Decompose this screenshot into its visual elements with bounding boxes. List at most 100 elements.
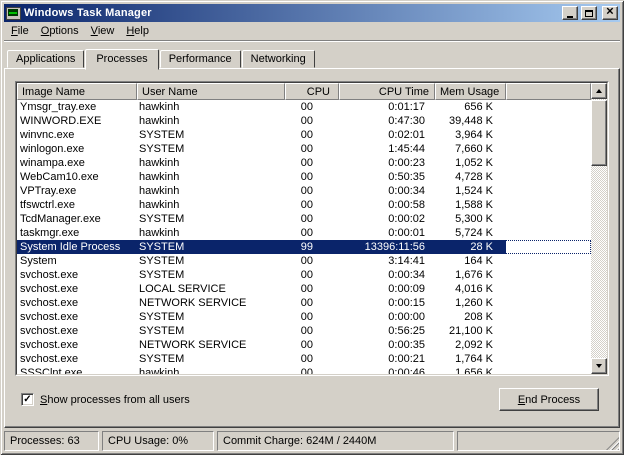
- cell-cpu-time: 0:00:58: [339, 198, 435, 212]
- table-row[interactable]: taskmgr.exe hawkinh 00 0:00:01 5,724 K: [17, 226, 591, 240]
- cell-cpu: 00: [285, 296, 339, 310]
- column-header-cpu-time[interactable]: CPU Time: [339, 83, 435, 100]
- show-all-users-label[interactable]: Show processes from all users: [40, 394, 190, 406]
- table-row[interactable]: System SYSTEM 00 3:14:41 164 K: [17, 254, 591, 268]
- scrollbar-thumb[interactable]: [591, 100, 607, 166]
- cell-user-name: NETWORK SERVICE: [137, 338, 285, 352]
- cell-cpu: 00: [285, 100, 339, 114]
- cell-user-name: SYSTEM: [137, 142, 285, 156]
- cell-mem-usage: 656 K: [435, 100, 506, 114]
- close-button[interactable]: ✕: [602, 6, 618, 20]
- minimize-button[interactable]: [562, 6, 578, 20]
- show-all-users-group: ✓ Show processes from all users: [21, 393, 190, 406]
- cell-user-name: hawkinh: [137, 114, 285, 128]
- cell-user-name: SYSTEM: [137, 268, 285, 282]
- status-commit-charge: Commit Charge: 624M / 2440M: [217, 431, 454, 451]
- cell-cpu: 99: [285, 240, 339, 254]
- cell-image-name: winampa.exe: [17, 156, 137, 170]
- scrollbar-track[interactable]: [591, 166, 607, 358]
- cell-mem-usage: 2,092 K: [435, 338, 506, 352]
- cell-user-name: hawkinh: [137, 184, 285, 198]
- scroll-up-button[interactable]: [591, 83, 607, 99]
- cell-cpu-time: 1:45:44: [339, 142, 435, 156]
- cell-mem-usage: 21,100 K: [435, 324, 506, 338]
- process-list: Ymsgr_tray.exe hawkinh 00 0:01:17 656 K …: [17, 100, 591, 374]
- table-row[interactable]: TcdManager.exe SYSTEM 00 0:00:02 5,300 K: [17, 212, 591, 226]
- status-bar: Processes: 63 CPU Usage: 0% Commit Charg…: [4, 431, 620, 451]
- menu-file[interactable]: File: [5, 22, 35, 40]
- cell-cpu: 00: [285, 184, 339, 198]
- task-manager-window: Windows Task Manager ✕ File Options View…: [0, 0, 624, 455]
- cell-cpu-time: 0:00:09: [339, 282, 435, 296]
- table-row[interactable]: svchost.exe SYSTEM 00 0:56:25 21,100 K: [17, 324, 591, 338]
- table-row[interactable]: svchost.exe SYSTEM 00 0:00:34 1,676 K: [17, 268, 591, 282]
- column-header-user-name[interactable]: User Name: [137, 83, 285, 100]
- scroll-down-button[interactable]: [591, 358, 607, 374]
- page-footer: ✓ Show processes from all users End Proc…: [15, 388, 609, 411]
- cell-cpu: 00: [285, 254, 339, 268]
- cell-cpu-time: 13396:11:56: [339, 240, 435, 254]
- table-row[interactable]: svchost.exe NETWORK SERVICE 00 0:00:35 2…: [17, 338, 591, 352]
- table-row[interactable]: VPTray.exe hawkinh 00 0:00:34 1,524 K: [17, 184, 591, 198]
- cell-user-name: SYSTEM: [137, 254, 285, 268]
- cell-user-name: SYSTEM: [137, 128, 285, 142]
- menu-view[interactable]: View: [85, 22, 121, 40]
- cell-cpu: 00: [285, 310, 339, 324]
- cell-image-name: taskmgr.exe: [17, 226, 137, 240]
- cell-mem-usage: 1,764 K: [435, 352, 506, 366]
- cell-mem-usage: 208 K: [435, 310, 506, 324]
- cell-cpu-time: 0:47:30: [339, 114, 435, 128]
- cell-mem-usage: 7,660 K: [435, 142, 506, 156]
- table-row[interactable]: winampa.exe hawkinh 00 0:00:23 1,052 K: [17, 156, 591, 170]
- vertical-scrollbar[interactable]: [591, 83, 607, 374]
- cell-mem-usage: 1,260 K: [435, 296, 506, 310]
- cell-cpu: 00: [285, 226, 339, 240]
- cell-mem-usage: 164 K: [435, 254, 506, 268]
- status-processes: Processes: 63: [4, 431, 99, 451]
- checkmark-icon: ✓: [23, 395, 31, 405]
- table-row[interactable]: tfswctrl.exe hawkinh 00 0:00:58 1,588 K: [17, 198, 591, 212]
- show-all-users-checkbox[interactable]: ✓: [21, 393, 34, 406]
- end-process-button[interactable]: End Process: [499, 388, 599, 411]
- maximize-button[interactable]: [581, 6, 597, 20]
- table-row[interactable]: svchost.exe NETWORK SERVICE 00 0:00:15 1…: [17, 296, 591, 310]
- table-row[interactable]: SSSClnt.exe hawkinh 00 0:00:46 1,656 K: [17, 366, 591, 374]
- table-row[interactable]: svchost.exe SYSTEM 00 0:00:00 208 K: [17, 310, 591, 324]
- cell-cpu-time: 0:00:23: [339, 156, 435, 170]
- cell-image-name: VPTray.exe: [17, 184, 137, 198]
- cell-user-name: NETWORK SERVICE: [137, 296, 285, 310]
- table-row[interactable]: winlogon.exe SYSTEM 00 1:45:44 7,660 K: [17, 142, 591, 156]
- table-row[interactable]: svchost.exe SYSTEM 00 0:00:21 1,764 K: [17, 352, 591, 366]
- resize-grip[interactable]: [606, 437, 619, 450]
- cell-image-name: System Idle Process: [17, 240, 137, 254]
- table-row[interactable]: System Idle Process SYSTEM 99 13396:11:5…: [17, 240, 591, 254]
- tab-applications[interactable]: Applications: [7, 50, 84, 68]
- column-header-image-name[interactable]: Image Name: [17, 83, 137, 100]
- table-row[interactable]: WINWORD.EXE hawkinh 00 0:47:30 39,448 K: [17, 114, 591, 128]
- table-row[interactable]: winvnc.exe SYSTEM 00 0:02:01 3,964 K: [17, 128, 591, 142]
- cell-user-name: SYSTEM: [137, 212, 285, 226]
- tab-strip: Applications Processes Performance Netwo…: [4, 42, 620, 68]
- cell-mem-usage: 5,724 K: [435, 226, 506, 240]
- cell-cpu: 00: [285, 282, 339, 296]
- cell-cpu-time: 0:01:17: [339, 100, 435, 114]
- tab-processes[interactable]: Processes: [85, 49, 158, 70]
- cell-cpu: 00: [285, 352, 339, 366]
- column-header-mem-usage[interactable]: Mem Usage: [435, 83, 506, 100]
- cell-user-name: hawkinh: [137, 226, 285, 240]
- table-row[interactable]: WebCam10.exe hawkinh 00 0:50:35 4,728 K: [17, 170, 591, 184]
- cell-cpu-time: 0:00:02: [339, 212, 435, 226]
- title-bar[interactable]: Windows Task Manager ✕: [4, 4, 620, 22]
- cell-cpu-time: 0:56:25: [339, 324, 435, 338]
- table-row[interactable]: svchost.exe LOCAL SERVICE 00 0:00:09 4,0…: [17, 282, 591, 296]
- tab-performance[interactable]: Performance: [160, 50, 241, 68]
- table-row[interactable]: Ymsgr_tray.exe hawkinh 00 0:01:17 656 K: [17, 100, 591, 114]
- tab-networking[interactable]: Networking: [242, 50, 315, 68]
- column-header-cpu[interactable]: CPU: [285, 83, 339, 100]
- menu-help[interactable]: Help: [120, 22, 155, 40]
- cell-image-name: svchost.exe: [17, 352, 137, 366]
- processes-tab-page: Image Name User Name CPU CPU Time Mem Us…: [4, 68, 620, 428]
- cell-mem-usage: 5,300 K: [435, 212, 506, 226]
- menu-options[interactable]: Options: [35, 22, 85, 40]
- cell-mem-usage: 39,448 K: [435, 114, 506, 128]
